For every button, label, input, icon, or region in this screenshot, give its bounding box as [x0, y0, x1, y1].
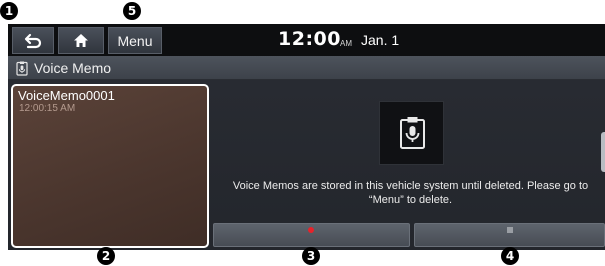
home-icon: [74, 34, 88, 47]
side-scroll-handle[interactable]: [601, 132, 605, 172]
callout-badge-3: 3: [302, 247, 320, 265]
page-title: Voice Memo: [34, 60, 112, 76]
stop-icon: [507, 227, 513, 233]
clock-ampm: AM: [340, 39, 352, 48]
clock-time: 12:00: [278, 28, 341, 50]
voice-memo-icon: [16, 61, 28, 76]
home-button[interactable]: [58, 27, 104, 54]
title-bar: Voice Memo: [8, 56, 605, 80]
back-arrow-icon: [24, 33, 42, 48]
microphone-panel: [379, 101, 444, 165]
recording-list-item[interactable]: VoiceMemo0001 12:00:15 AM: [11, 84, 209, 248]
callout-badge-2: 2: [97, 247, 115, 265]
info-message: Voice Memos are stored in this vehicle s…: [232, 180, 589, 206]
callout-badge-4: 4: [501, 247, 519, 265]
menu-button[interactable]: Menu: [108, 27, 162, 54]
callout-badge-5: 5: [123, 2, 141, 20]
stop-button[interactable]: [414, 223, 605, 247]
recording-time: 12:00:15 AM: [19, 103, 76, 114]
microphone-icon: [400, 117, 425, 149]
record-icon: [308, 227, 314, 233]
callout-badge-1: 1: [0, 2, 18, 20]
menu-button-label: Menu: [117, 32, 153, 49]
back-button[interactable]: [12, 27, 54, 54]
top-status-bar: Menu 12:00 AM Jan. 1: [8, 24, 605, 56]
infotainment-screen: Menu 12:00 AM Jan. 1 Voice Memo VoiceMem…: [8, 24, 605, 250]
recording-name: VoiceMemo0001: [18, 88, 115, 103]
clock-date: Jan. 1: [361, 32, 400, 48]
record-button[interactable]: [213, 223, 410, 247]
